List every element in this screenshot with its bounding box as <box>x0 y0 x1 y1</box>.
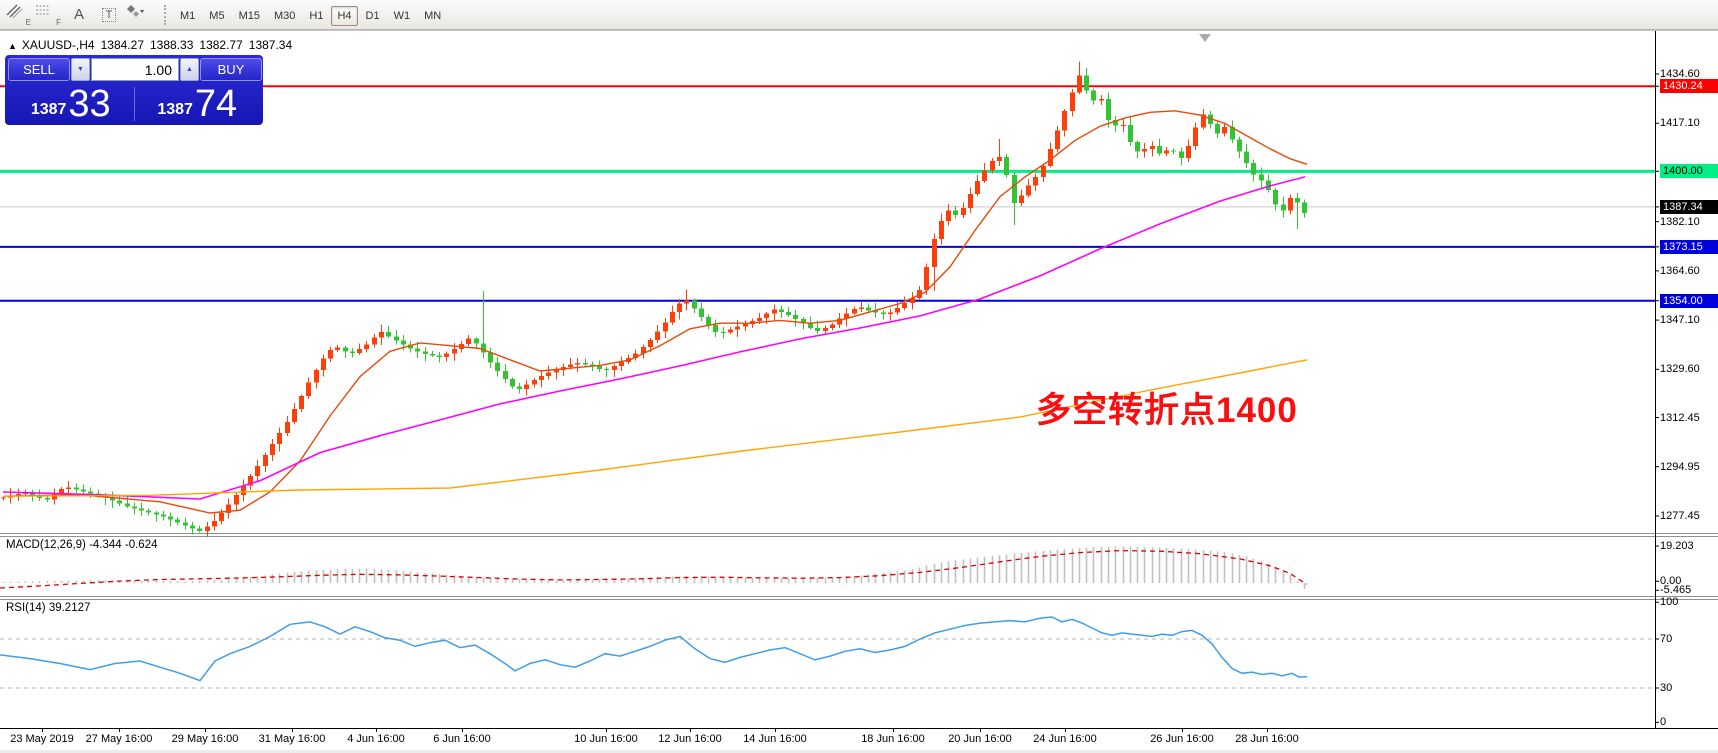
price-tick-label: 1294.95 <box>1660 460 1700 473</box>
macd-label: MACD(12,26,9) -4.344 -0.624 <box>6 539 158 551</box>
time-axis-label: 14 Jun 16:00 <box>743 733 807 745</box>
time-axis-label: 27 May 16:00 <box>85 733 153 745</box>
mt4-terminal-window: { "toolbar": { "icons": [ {"name": "chan… <box>0 0 1718 753</box>
time-axis-label: 29 May 16:00 <box>171 733 239 745</box>
time-axis-label: 20 Jun 16:00 <box>948 733 1012 745</box>
level-price-label: 1400.00 <box>1660 164 1718 179</box>
price-tick-label: 1277.45 <box>1660 510 1700 522</box>
one-click-trading-panel: SELL ▼ ▲ BUY 1387 33 1387 74 <box>5 55 263 125</box>
rsi-tick-label: 30 <box>1660 682 1673 694</box>
candles-layer <box>1 61 1307 538</box>
buy-button[interactable]: BUY <box>200 58 262 81</box>
rsi-label: RSI(14) 39.2127 <box>6 602 91 614</box>
chart-annotation-text: 多空转折点1400 <box>1036 391 1298 430</box>
price-tick-label: 1382.10 <box>1660 215 1700 228</box>
time-axis-label: 26 Jun 16:00 <box>1150 733 1214 745</box>
low-value: 1382.77 <box>199 38 243 52</box>
close-value: 1387.34 <box>248 38 293 52</box>
sell-price-main: 1387 <box>30 101 67 118</box>
time-axis-label: 28 Jun 16:00 <box>1235 733 1299 745</box>
price-tick-label: 1329.60 <box>1660 363 1700 376</box>
price-tick-label: 1364.60 <box>1660 264 1700 277</box>
time-axis-label: 18 Jun 16:00 <box>861 733 925 745</box>
current-price-label: 1387.34 <box>1660 199 1718 214</box>
time-axis-label: 4 Jun 16:00 <box>347 733 405 745</box>
price-tick-label: 1417.10 <box>1660 117 1700 130</box>
time-axis-label: 31 May 16:00 <box>258 733 326 745</box>
price-tick-label: 1347.10 <box>1660 314 1700 327</box>
rsi-tick-label: 0 <box>1660 716 1667 729</box>
rsi-layer <box>0 616 1655 689</box>
medium-ma-line <box>2 176 1306 500</box>
sell-price[interactable]: 1387 33 <box>8 85 134 123</box>
time-axis-label: 12 Jun 16:00 <box>658 733 722 745</box>
sell-price-pips: 33 <box>68 83 111 125</box>
caret-up-icon: ▲ <box>186 66 193 73</box>
symbol-period-label: XAUUSD-,H4 <box>21 38 95 52</box>
volume-increase-button[interactable]: ▲ <box>180 58 199 81</box>
buy-price-main: 1387 <box>157 101 193 118</box>
buy-price[interactable]: 1387 74 <box>135 85 261 123</box>
sell-button[interactable]: SELL <box>8 58 70 81</box>
time-axis-label: 24 Jun 16:00 <box>1033 733 1097 745</box>
volume-decrease-button[interactable]: ▼ <box>71 58 90 81</box>
macd-layer <box>0 546 1308 589</box>
collapse-panel-icon[interactable]: ▲ <box>8 41 17 51</box>
time-axis-label: 6 Jun 16:00 <box>433 733 491 745</box>
open-value: 1384.27 <box>100 38 144 52</box>
buy-price-pips: 74 <box>194 83 238 125</box>
time-axis-label: 23 May 2019 <box>10 733 74 745</box>
chart-shift-marker[interactable] <box>1199 34 1211 42</box>
volume-input[interactable] <box>91 58 179 81</box>
level-price-label: 1354.00 <box>1660 293 1718 308</box>
time-axis-label: 10 Jun 16:00 <box>574 733 638 745</box>
rsi-tick-label: 100 <box>1660 596 1679 609</box>
high-value: 1388.33 <box>150 38 194 52</box>
macd-tick-label: 19.203 <box>1660 540 1694 552</box>
price-tick-label: 1312.45 <box>1660 411 1700 424</box>
rsi-tick-label: 70 <box>1660 633 1673 645</box>
caret-down-icon: ▼ <box>77 66 84 73</box>
level-price-label: 1430.24 <box>1660 79 1718 94</box>
level-price-label: 1373.15 <box>1660 239 1718 254</box>
